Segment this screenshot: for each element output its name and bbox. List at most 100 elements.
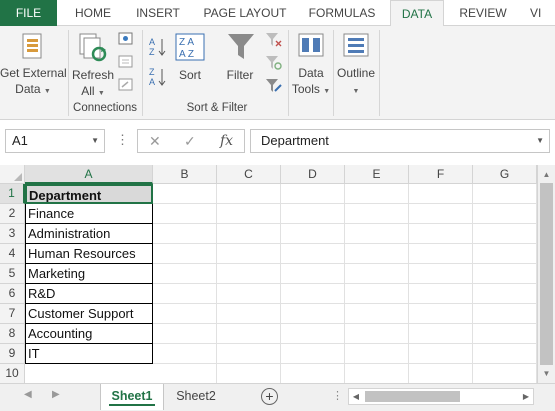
scroll-left-icon[interactable]: ◀ [349, 389, 363, 404]
svg-text:A: A [149, 37, 155, 47]
outline-button[interactable]: Outline ▼ [335, 28, 377, 100]
cell-a1[interactable]: Department [25, 184, 153, 204]
formula-bar: A1 ▼ ⋮ ✕ ✓ fx Department ▼ [0, 120, 555, 165]
sheet-tab-label: Sheet1 [111, 389, 153, 403]
cell-a9[interactable]: IT [25, 344, 153, 364]
chevron-down-icon[interactable]: ▼ [536, 130, 544, 152]
cell-a2[interactable]: Finance [25, 204, 153, 224]
row-header-7[interactable]: 7 [0, 304, 25, 324]
sheet-tab-sheet2[interactable]: Sheet2 [166, 384, 226, 410]
get-external-data-button[interactable]: Get External Data ▼ [0, 28, 67, 100]
filter-label: Filter [226, 68, 254, 82]
group-separator [333, 30, 334, 116]
column-header-a[interactable]: A [25, 165, 153, 184]
external-data-icon [22, 33, 42, 59]
formula-buttons: ✕ ✓ fx [137, 129, 245, 153]
cell-a8[interactable]: Accounting [25, 324, 153, 344]
cell-a6[interactable]: R&D [25, 284, 153, 304]
refresh-all-label-2: All ▼ [81, 84, 105, 98]
clear-filter-icon[interactable] [265, 32, 283, 48]
column-header-c[interactable]: C [217, 165, 281, 184]
row-header-1[interactable]: 1 [0, 184, 25, 204]
cell-a5[interactable]: Marketing [25, 264, 153, 284]
group-separator [142, 30, 143, 116]
tab-formulas[interactable]: FORMULAS [300, 0, 384, 26]
row-header-5[interactable]: 5 [0, 264, 25, 284]
cell-a10[interactable] [25, 364, 153, 383]
sort-z-to-a-icon[interactable]: Z A [148, 66, 168, 88]
reapply-filter-icon[interactable] [265, 55, 283, 71]
row-header-2[interactable]: 2 [0, 204, 25, 224]
get-external-data-label-1: Get External [0, 66, 67, 80]
enter-icon[interactable]: ✓ [184, 133, 196, 150]
edit-links-icon[interactable] [118, 78, 134, 92]
svg-text:A Z: A Z [179, 49, 194, 60]
svg-text:Z: Z [149, 47, 155, 57]
cell-a7[interactable]: Customer Support [25, 304, 153, 324]
column-header-f[interactable]: F [409, 165, 473, 184]
chevron-down-icon[interactable]: ▼ [91, 130, 99, 152]
group-separator [68, 30, 69, 116]
sheet-tab-sheet1[interactable]: Sheet1 [100, 384, 164, 410]
cancel-icon[interactable]: ✕ [149, 133, 161, 150]
group-label-sort-filter: Sort & Filter [186, 102, 248, 114]
row-header-6[interactable]: 6 [0, 284, 25, 304]
insert-function-icon[interactable]: fx [220, 133, 233, 149]
svg-text:A: A [149, 77, 155, 87]
name-box[interactable]: A1 ▼ [5, 129, 105, 153]
add-sheet-button[interactable]: + [261, 388, 278, 405]
cell-a3[interactable]: Administration [25, 224, 153, 244]
sort-a-to-z-icon[interactable]: A Z [148, 36, 168, 58]
scroll-down-icon[interactable]: ▼ [538, 366, 555, 381]
row-header-4[interactable]: 4 [0, 244, 25, 264]
group-separator [379, 30, 380, 116]
next-sheet-icon[interactable]: ▶ [52, 389, 60, 400]
data-tools-label-1: Data [298, 66, 324, 80]
vertical-scrollbar[interactable]: ▲ ▼ [537, 165, 555, 383]
tab-home[interactable]: HOME [64, 0, 122, 26]
formula-bar-splitter-icon[interactable]: ⋮ [116, 132, 129, 148]
connections-icon[interactable] [118, 32, 134, 46]
group-label-connections: Connections [73, 102, 137, 114]
sort-button[interactable]: Z A A Z Sort [172, 28, 208, 100]
tab-review[interactable]: REVIEW [450, 0, 516, 26]
advanced-filter-icon[interactable] [265, 78, 283, 94]
formula-input[interactable]: Department ▼ [250, 129, 550, 153]
cell-a4[interactable]: Human Resources [25, 244, 153, 264]
tab-file[interactable]: FILE [0, 0, 57, 26]
tab-page-layout[interactable]: PAGE LAYOUT [196, 0, 294, 26]
row-header-9[interactable]: 9 [0, 344, 25, 364]
funnel-icon [228, 34, 254, 59]
scrollbar-thumb[interactable] [365, 391, 460, 402]
refresh-all-label-1: Refresh [72, 68, 115, 82]
refresh-all-button[interactable]: Refresh All ▼ [72, 28, 114, 100]
column-header-d[interactable]: D [281, 165, 345, 184]
horizontal-scrollbar[interactable]: ◀ ▶ [348, 388, 534, 405]
column-header-e[interactable]: E [345, 165, 409, 184]
previous-sheet-icon[interactable]: ◀ [24, 389, 32, 400]
name-box-value: A1 [12, 133, 28, 148]
tab-view[interactable]: VI [524, 0, 555, 26]
sort-label: Sort [178, 68, 201, 82]
scrollbar-thumb[interactable] [540, 183, 553, 365]
worksheet-grid[interactable]: A B C D E F G 1 2 3 4 5 6 7 8 9 10 Depar… [0, 165, 537, 383]
chevron-down-icon: ▼ [323, 88, 331, 95]
tab-insert[interactable]: INSERT [126, 0, 190, 26]
scroll-right-icon[interactable]: ▶ [519, 389, 533, 404]
column-header-g[interactable]: G [473, 165, 537, 184]
row-header-8[interactable]: 8 [0, 324, 25, 344]
svg-text:Z: Z [149, 67, 155, 77]
row-header-3[interactable]: 3 [0, 224, 25, 244]
row-header-10[interactable]: 10 [0, 364, 25, 383]
group-separator [288, 30, 289, 116]
select-all-button[interactable] [0, 165, 25, 184]
properties-icon[interactable] [118, 55, 134, 69]
tab-data[interactable]: DATA [390, 0, 444, 27]
data-tools-button[interactable]: Data Tools ▼ [290, 28, 332, 100]
sort-icon: Z A A Z [175, 33, 205, 61]
scroll-up-icon[interactable]: ▲ [538, 167, 555, 182]
data-tools-icon [298, 33, 324, 57]
filter-button[interactable]: Filter [218, 28, 262, 100]
tab-splitter-icon[interactable]: ⋮ [332, 389, 343, 402]
column-header-b[interactable]: B [153, 165, 217, 184]
